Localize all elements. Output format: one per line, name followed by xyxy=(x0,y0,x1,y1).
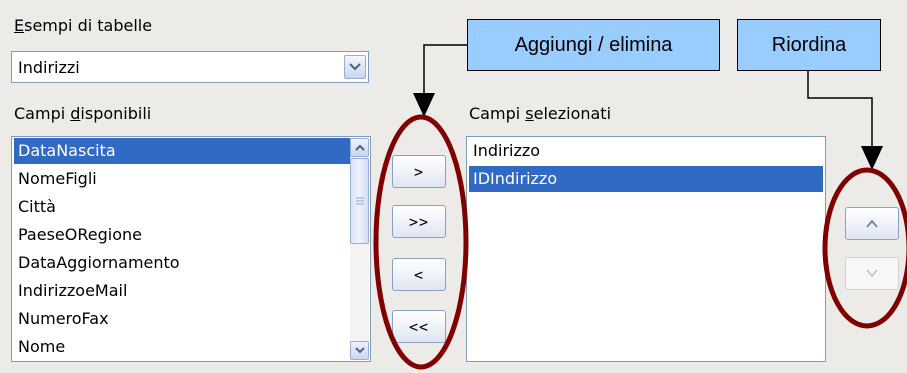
available-label-rest: isponibili xyxy=(80,104,152,123)
selected-fields-label: Campi selezionati xyxy=(469,104,611,123)
chevron-up-icon xyxy=(866,219,878,228)
available-field-item[interactable]: NumeroFax xyxy=(14,306,350,332)
selected-label-prefix: Campi xyxy=(469,104,526,123)
add-all-fields-button[interactable]: >> xyxy=(392,205,446,238)
available-field-item[interactable]: PaeseORegione xyxy=(14,222,350,248)
available-fields-list[interactable]: DataNascita NomeFigli Città PaeseORegion… xyxy=(11,136,371,362)
selected-field-item[interactable]: Indirizzo xyxy=(469,138,823,164)
scrollbar-thumb[interactable] xyxy=(350,158,369,244)
available-field-item[interactable]: NomeFigli xyxy=(14,166,350,192)
move-down-button[interactable] xyxy=(845,257,899,290)
grip-icon xyxy=(355,197,364,205)
tables-label-mnemonic: E xyxy=(14,16,25,35)
chevron-down-icon xyxy=(354,347,365,354)
available-fields-label: Campi disponibili xyxy=(14,104,151,123)
available-label-mnemonic: d xyxy=(70,104,81,123)
available-field-item[interactable]: DataNascita xyxy=(14,138,350,164)
available-field-item[interactable]: DataAggiornamento xyxy=(14,250,350,276)
selected-fields-list[interactable]: Indirizzo IDIndirizzo xyxy=(466,136,826,362)
chevron-down-icon xyxy=(866,269,878,278)
scroll-down-button[interactable] xyxy=(350,341,369,360)
table-combobox[interactable]: Indirizzi xyxy=(11,51,369,83)
selected-field-item[interactable]: IDIndirizzo xyxy=(469,166,823,192)
remove-field-button[interactable]: < xyxy=(392,258,446,291)
remove-all-fields-button[interactable]: << xyxy=(392,310,446,343)
available-field-item[interactable]: Nome xyxy=(14,334,350,360)
scroll-up-button[interactable] xyxy=(350,138,369,157)
add-field-button[interactable]: > xyxy=(392,155,446,188)
available-label-prefix: Campi xyxy=(14,104,71,123)
selected-label-rest: elezionati xyxy=(533,104,612,123)
reorder-callout: Riordina xyxy=(737,19,881,71)
add-remove-callout: Aggiungi / elimina xyxy=(467,19,720,71)
available-fields-scrollbar[interactable] xyxy=(350,138,369,360)
available-field-item[interactable]: Città xyxy=(14,194,350,220)
tables-label: Esempi di tabelle xyxy=(14,16,152,35)
table-combobox-value: Indirizzi xyxy=(18,58,80,77)
available-field-item[interactable]: IndirizzoeMail xyxy=(14,278,350,304)
chevron-down-icon[interactable] xyxy=(344,55,366,79)
selected-label-mnemonic: s xyxy=(525,104,534,123)
chevron-up-icon xyxy=(354,144,365,151)
tables-label-text: sempi di tabelle xyxy=(24,16,153,35)
move-up-button[interactable] xyxy=(845,207,899,240)
